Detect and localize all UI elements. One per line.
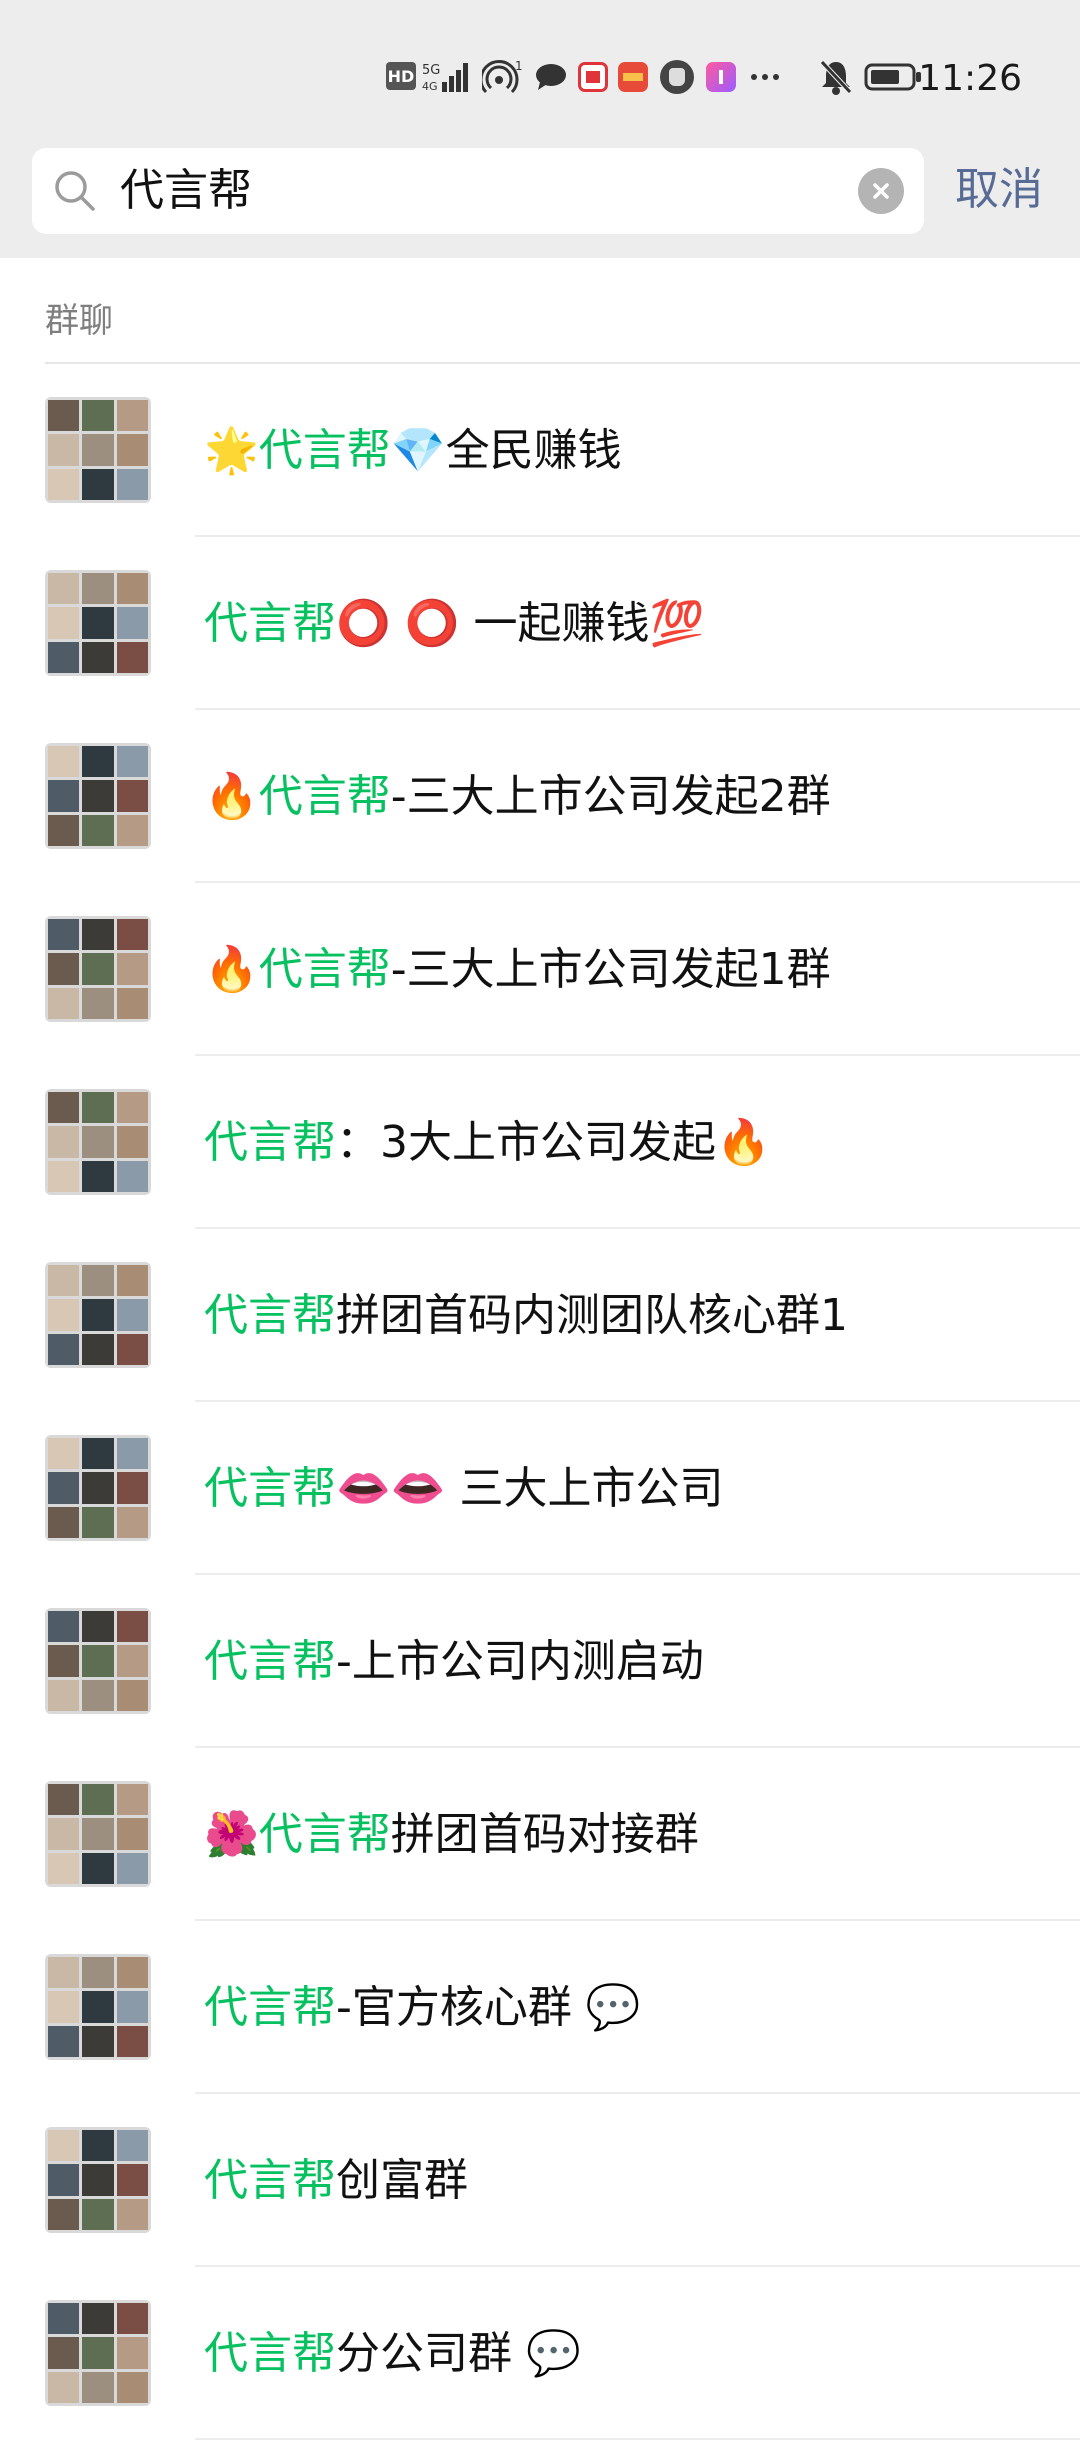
- list-item[interactable]: 代言帮⭕ ⭕ 一起赚钱💯: [0, 537, 1080, 710]
- group-name-rest: -三大上市公司发起1群: [390, 944, 831, 995]
- group-name-rest: ：3大上市公司发起🔥: [336, 1117, 771, 1168]
- group-name: 代言帮：3大上市公司发起🔥: [204, 1108, 771, 1178]
- search-input[interactable]: 代言帮: [32, 148, 924, 234]
- message-icon: [534, 62, 568, 92]
- group-avatar: [45, 1608, 151, 1714]
- group-name: 代言帮⭕ ⭕ 一起赚钱💯: [204, 589, 704, 659]
- clear-icon[interactable]: [858, 168, 904, 214]
- match-highlight: 代言帮: [204, 1636, 336, 1687]
- app-orange-icon: [618, 62, 648, 92]
- group-name-rest: 分公司群 💬: [336, 2328, 581, 2379]
- group-avatar: [45, 1262, 151, 1368]
- group-name-rest: -三大上市公司发起2群: [390, 771, 831, 822]
- list-item[interactable]: 代言帮创富群: [0, 2094, 1080, 2267]
- match-highlight: 代言帮: [258, 425, 391, 476]
- list-item[interactable]: 🔥代言帮-三大上市公司发起2群: [0, 710, 1080, 883]
- group-avatar: [45, 1954, 151, 2060]
- list-item[interactable]: 代言帮：3大上市公司发起🔥: [0, 1056, 1080, 1229]
- match-highlight: 代言帮: [258, 771, 391, 822]
- more-dots-icon: [748, 62, 782, 92]
- group-avatar: [45, 2127, 151, 2233]
- match-highlight: 代言帮: [204, 598, 336, 649]
- group-name: 🌺 代言帮拼团首码对接群: [204, 1800, 699, 1870]
- group-name-rest: -官方核心群 💬: [336, 1982, 641, 2033]
- group-avatar: [45, 1435, 151, 1541]
- mute-bell-icon: [818, 58, 854, 96]
- group-avatar: [45, 397, 151, 503]
- app-hand-icon: [660, 60, 694, 94]
- group-avatar: [45, 2300, 151, 2406]
- battery-icon: [864, 62, 924, 92]
- app-red-icon: [578, 62, 608, 92]
- svg-text:1: 1: [515, 59, 523, 73]
- list-item[interactable]: 🌺 代言帮拼团首码对接群: [0, 1748, 1080, 1921]
- group-name-rest: -上市公司内测启动: [336, 1636, 704, 1687]
- match-highlight: 代言帮: [204, 2155, 336, 2206]
- group-name: 代言帮 👄👄 三大上市公司: [204, 1454, 724, 1524]
- status-bar: HD 5G 4G 1 11:26: [0, 40, 1080, 120]
- group-name: 代言帮拼团首码内测团队核心群1: [204, 1281, 848, 1351]
- match-highlight: 代言帮: [204, 1117, 336, 1168]
- top-area: HD 5G 4G 1 11:26 代言帮 取消: [0, 0, 1080, 258]
- match-highlight: 代言帮: [204, 1982, 336, 2033]
- group-name: 🔥代言帮-三大上市公司发起1群: [204, 935, 831, 1005]
- signal-5g-icon: 5G 4G: [422, 60, 474, 94]
- search-icon: [52, 168, 98, 214]
- group-avatar: [45, 916, 151, 1022]
- list-item[interactable]: 代言帮分公司群 💬: [0, 2267, 1080, 2440]
- list-item[interactable]: 🌟代言帮💎全民赚钱: [0, 364, 1080, 537]
- group-name-rest: 👄👄 三大上市公司: [336, 1463, 724, 1514]
- status-time: 11:26: [918, 58, 1022, 99]
- match-highlight: 代言帮: [204, 1463, 336, 1514]
- group-name-rest: ⭕ ⭕ 一起赚钱💯: [336, 598, 705, 649]
- cancel-button[interactable]: 取消: [955, 162, 1043, 218]
- hd-icon: HD: [386, 62, 416, 90]
- group-name-prefix: 🔥: [204, 771, 259, 822]
- section-title: 群聊: [45, 301, 113, 341]
- group-name: 🔥代言帮-三大上市公司发起2群: [204, 762, 831, 832]
- group-name-rest: 💎全民赚钱: [390, 425, 622, 476]
- list-item[interactable]: 代言帮拼团首码内测团队核心群1: [0, 1229, 1080, 1402]
- list-item[interactable]: 代言帮-上市公司内测启动: [0, 1575, 1080, 1748]
- group-name-rest: 拼团首码对接群: [390, 1809, 699, 1860]
- list-item[interactable]: 代言帮-官方核心群 💬: [0, 1921, 1080, 2094]
- group-name-rest: 创富群: [336, 2155, 468, 2206]
- app-pink-icon: [706, 62, 736, 92]
- list-item[interactable]: 代言帮 👄👄 三大上市公司: [0, 1402, 1080, 1575]
- group-avatar: [45, 1089, 151, 1195]
- match-highlight: 代言帮: [258, 944, 391, 995]
- group-name-prefix: 🌺: [204, 1809, 259, 1860]
- group-name: 代言帮创富群: [204, 2146, 468, 2216]
- group-name: 代言帮-上市公司内测启动: [204, 1627, 704, 1697]
- group-avatar: [45, 743, 151, 849]
- svg-text:4G: 4G: [422, 80, 438, 93]
- hotspot-icon: 1: [482, 58, 524, 96]
- group-name-rest: 拼团首码内测团队核心群1: [336, 1290, 848, 1341]
- group-name-prefix: 🔥: [204, 944, 259, 995]
- match-highlight: 代言帮: [204, 2328, 336, 2379]
- group-name: 代言帮分公司群 💬: [204, 2319, 581, 2389]
- search-query[interactable]: 代言帮: [120, 164, 252, 218]
- list-item[interactable]: 🔥代言帮-三大上市公司发起1群: [0, 883, 1080, 1056]
- group-name-prefix: 🌟: [204, 425, 259, 476]
- match-highlight: 代言帮: [258, 1809, 391, 1860]
- match-highlight: 代言帮: [204, 1290, 336, 1341]
- svg-text:5G: 5G: [422, 63, 440, 78]
- search-result-list: 🌟代言帮💎全民赚钱 代言帮⭕ ⭕ 一起赚钱💯 🔥代言帮-三大上市公司发起2群 🔥代言帮…: [0, 364, 1080, 2440]
- group-name: 🌟代言帮💎全民赚钱: [204, 416, 622, 486]
- group-avatar: [45, 1781, 151, 1887]
- group-avatar: [45, 570, 151, 676]
- group-name: 代言帮-官方核心群 💬: [204, 1973, 641, 2043]
